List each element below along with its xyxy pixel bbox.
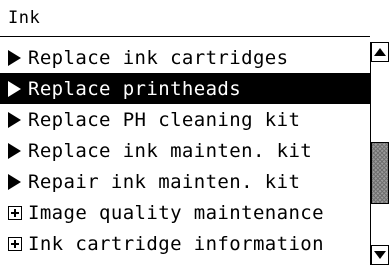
menu-item-label: Repair ink mainten. kit xyxy=(28,170,301,193)
title-divider xyxy=(0,36,370,37)
menu-item-ink-cartridge-information[interactable]: Ink cartridge information xyxy=(0,228,370,259)
menu-item-label: Replace printheads xyxy=(28,77,242,100)
scroll-thumb[interactable] xyxy=(371,142,389,204)
arrow-right-icon xyxy=(8,78,28,100)
expand-plus-icon xyxy=(8,202,28,224)
arrow-right-icon xyxy=(8,47,28,69)
scroll-down-arrow-icon xyxy=(374,251,386,259)
menu-item-replace-ph-cleaning-kit[interactable]: Replace PH cleaning kit xyxy=(0,104,370,135)
ink-menu-screen: Ink Replace ink cartridges Replace print… xyxy=(0,0,390,265)
scroll-down-button[interactable] xyxy=(371,245,389,265)
menu-list: Replace ink cartridges Replace printhead… xyxy=(0,42,370,265)
menu-item-replace-ink-cartridges[interactable]: Replace ink cartridges xyxy=(0,42,370,73)
expand-plus-icon xyxy=(8,233,28,255)
menu-item-label: Image quality maintenance xyxy=(28,201,324,224)
scroll-up-button[interactable] xyxy=(371,42,389,62)
scroll-up-arrow-icon xyxy=(374,48,386,56)
menu-item-label: Replace PH cleaning kit xyxy=(28,108,301,131)
arrow-right-icon xyxy=(8,109,28,131)
page-title: Ink xyxy=(8,8,41,28)
menu-item-repair-ink-mainten-kit[interactable]: Repair ink mainten. kit xyxy=(0,166,370,197)
arrow-right-icon xyxy=(8,171,28,193)
menu-item-label: Replace ink mainten. kit xyxy=(28,139,313,162)
menu-item-replace-ink-mainten-kit[interactable]: Replace ink mainten. kit xyxy=(0,135,370,166)
menu-item-label: Replace ink cartridges xyxy=(28,46,289,69)
scroll-track[interactable] xyxy=(371,62,389,245)
menu-scrollbar[interactable] xyxy=(370,42,389,265)
menu-item-label: Ink cartridge information xyxy=(28,232,324,255)
menu-item-replace-printheads[interactable]: Replace printheads xyxy=(0,73,370,104)
arrow-right-icon xyxy=(8,140,28,162)
menu-item-image-quality-maintenance[interactable]: Image quality maintenance xyxy=(0,197,370,228)
